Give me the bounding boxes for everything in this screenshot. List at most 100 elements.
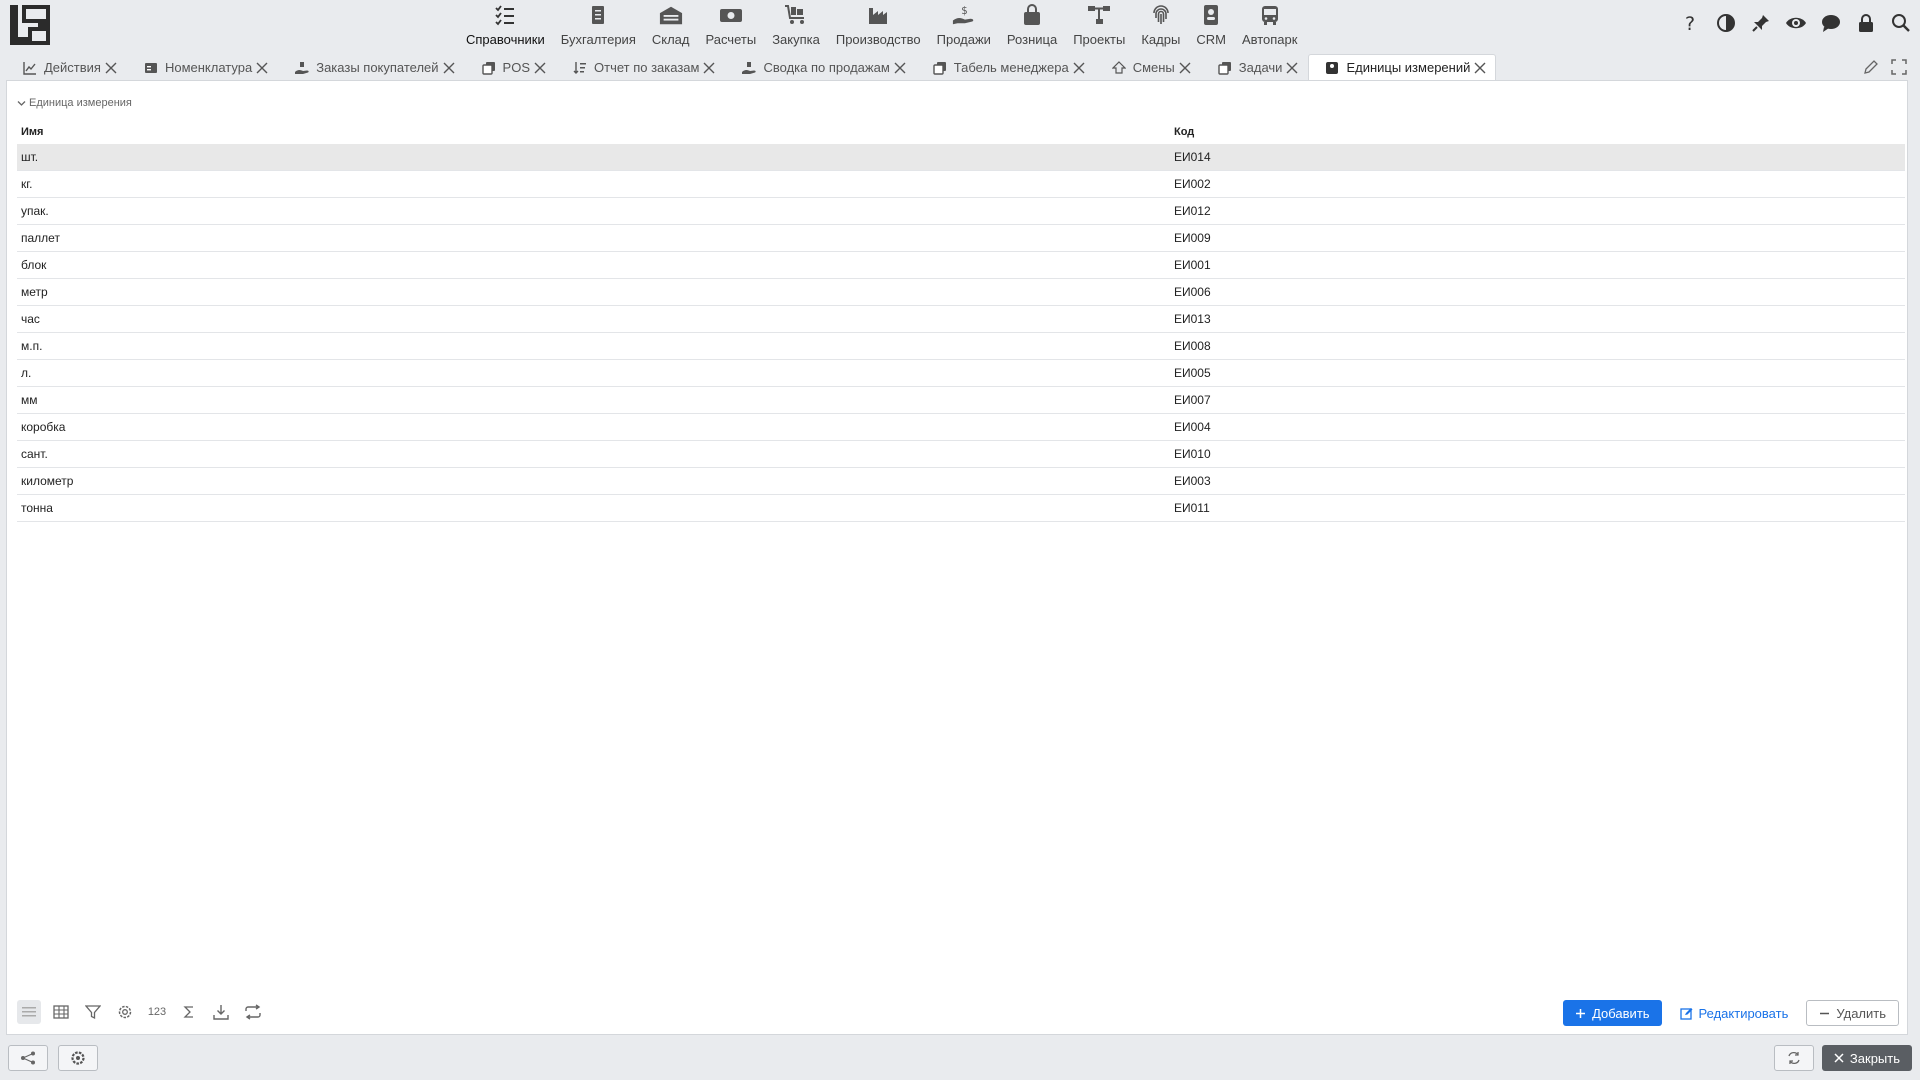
- table-row[interactable]: л. ЕИ005: [17, 360, 1905, 387]
- shopping-bag-icon: [1020, 3, 1044, 27]
- sum-icon[interactable]: [177, 1000, 201, 1024]
- app-logo[interactable]: [8, 3, 52, 47]
- share-button[interactable]: [8, 1045, 48, 1071]
- list-view-icon[interactable]: [17, 1000, 41, 1024]
- tab-customer-orders[interactable]: Заказы покупателей: [278, 54, 464, 80]
- close-icon[interactable]: [533, 61, 547, 75]
- global-toolbar: ?: [1680, 12, 1912, 34]
- module-projects[interactable]: Проекты: [1065, 0, 1133, 47]
- module-crm[interactable]: CRM: [1188, 0, 1234, 47]
- pencil-icon[interactable]: [1862, 58, 1880, 76]
- filter-icon[interactable]: [81, 1000, 105, 1024]
- tab-pos[interactable]: POS: [465, 54, 556, 80]
- eye-icon[interactable]: [1785, 12, 1807, 34]
- table-row[interactable]: блок ЕИ001: [17, 252, 1905, 279]
- module-payments[interactable]: Расчеты: [697, 0, 764, 47]
- grid-view-icon[interactable]: [49, 1000, 73, 1024]
- panel-actions: Добавить Редактировать Удалить: [1563, 1000, 1899, 1026]
- refresh-icon[interactable]: [241, 1000, 265, 1024]
- table-row[interactable]: паллет ЕИ009: [17, 225, 1905, 252]
- tab-actions[interactable]: Действия: [6, 54, 127, 80]
- close-icon[interactable]: [702, 61, 716, 75]
- count-toggle[interactable]: 123: [145, 1000, 169, 1024]
- close-icon[interactable]: [1178, 61, 1192, 75]
- module-retail[interactable]: Розница: [999, 0, 1065, 47]
- download-icon[interactable]: [209, 1000, 233, 1024]
- module-label: Кадры: [1141, 32, 1181, 47]
- tab-shifts[interactable]: Смены: [1095, 54, 1201, 80]
- hand-dollar-icon: $: [952, 3, 976, 27]
- lock-icon[interactable]: [1855, 12, 1877, 34]
- module-sales[interactable]: $ Продажи: [929, 0, 999, 47]
- fullscreen-icon[interactable]: [1890, 58, 1908, 76]
- pin-icon[interactable]: [1750, 12, 1772, 34]
- module-label: Склад: [651, 32, 690, 47]
- svg-text:$: $: [961, 6, 967, 17]
- module-fleet[interactable]: Автопарк: [1234, 0, 1306, 47]
- table-row[interactable]: шт. ЕИ014: [17, 144, 1905, 171]
- help-icon[interactable]: ?: [1680, 12, 1702, 34]
- delete-button[interactable]: Удалить: [1806, 1000, 1899, 1026]
- table-body: шт. ЕИ014 кг. ЕИ002 упак. ЕИ012 паллет ЕИ009 бло…: [17, 144, 1905, 522]
- add-label: Добавить: [1592, 1005, 1650, 1021]
- tab-tasks[interactable]: Задачи: [1201, 54, 1309, 80]
- edit-button[interactable]: Редактировать: [1672, 1000, 1797, 1026]
- gear-icon[interactable]: [113, 1000, 137, 1024]
- table-row[interactable]: кг. ЕИ002: [17, 171, 1905, 198]
- close-icon[interactable]: [1285, 61, 1299, 75]
- table-row[interactable]: сант. ЕИ010: [17, 441, 1905, 468]
- tab-tools: [1862, 58, 1908, 76]
- settings-button[interactable]: [58, 1045, 98, 1071]
- search-icon[interactable]: [1890, 12, 1912, 34]
- close-icon[interactable]: [893, 61, 907, 75]
- table-row[interactable]: километр ЕИ003: [17, 468, 1905, 495]
- warehouse-icon: [659, 3, 683, 27]
- module-accounting[interactable]: Бухгалтерия: [553, 0, 644, 47]
- close-button[interactable]: Закрыть: [1821, 1045, 1912, 1071]
- table-row[interactable]: метр ЕИ006: [17, 279, 1905, 306]
- contrast-icon[interactable]: [1715, 12, 1737, 34]
- module-catalogs[interactable]: Справочники: [458, 0, 553, 47]
- tab-label: Номенклатура: [164, 60, 253, 75]
- tab-manager-timesheet[interactable]: Табель менеджера: [916, 54, 1095, 80]
- close-icon[interactable]: [104, 61, 118, 75]
- table-row[interactable]: тонна ЕИ011: [17, 495, 1905, 522]
- share-icon: [20, 1051, 36, 1065]
- close-icon[interactable]: [1473, 61, 1487, 75]
- tab-units-of-measure[interactable]: Единицы измерений: [1308, 54, 1497, 80]
- column-header-code[interactable]: Код: [1170, 126, 1905, 138]
- module-menu: Справочники Бухгалтерия Склад Расчеты За…: [458, 0, 1305, 50]
- weight-icon: [1325, 61, 1339, 75]
- tab-sales-summary[interactable]: Сводка по продажам: [725, 54, 915, 80]
- tab-orders-report[interactable]: Отчет по заказам: [556, 54, 725, 80]
- close-icon[interactable]: [1072, 61, 1086, 75]
- module-warehouse[interactable]: Склад: [644, 0, 698, 47]
- chat-icon[interactable]: [1820, 12, 1842, 34]
- module-production[interactable]: Производство: [828, 0, 929, 47]
- add-button[interactable]: Добавить: [1563, 1000, 1662, 1026]
- bottom-left-tools: [8, 1045, 98, 1071]
- sort-icon: [573, 61, 587, 75]
- table-row[interactable]: коробка ЕИ004: [17, 414, 1905, 441]
- column-header-name[interactable]: Имя: [17, 126, 1170, 138]
- close-icon[interactable]: [442, 61, 456, 75]
- module-label: Автопарк: [1241, 32, 1298, 47]
- table-row[interactable]: мм ЕИ007: [17, 387, 1905, 414]
- ledger-icon: [586, 3, 610, 27]
- module-hr[interactable]: Кадры: [1133, 0, 1188, 47]
- tab-nomenclature[interactable]: Номенклатура: [127, 54, 278, 80]
- module-label: Справочники: [466, 32, 545, 47]
- close-icon[interactable]: [255, 61, 269, 75]
- group-toggle[interactable]: Единица измерения: [17, 97, 132, 109]
- factory-icon: [866, 3, 890, 27]
- plus-icon: [1575, 1008, 1586, 1019]
- cell-code: ЕИ002: [1174, 177, 1211, 191]
- reload-button[interactable]: [1773, 1045, 1814, 1071]
- edit-icon: [1679, 1007, 1693, 1020]
- table-row[interactable]: упак. ЕИ012: [17, 198, 1905, 225]
- table-row[interactable]: м.п. ЕИ008: [17, 333, 1905, 360]
- gear-icon: [70, 1050, 86, 1066]
- module-purchase[interactable]: Закупка: [764, 0, 828, 47]
- svg-text:?: ?: [1685, 13, 1695, 33]
- table-row[interactable]: час ЕИ013: [17, 306, 1905, 333]
